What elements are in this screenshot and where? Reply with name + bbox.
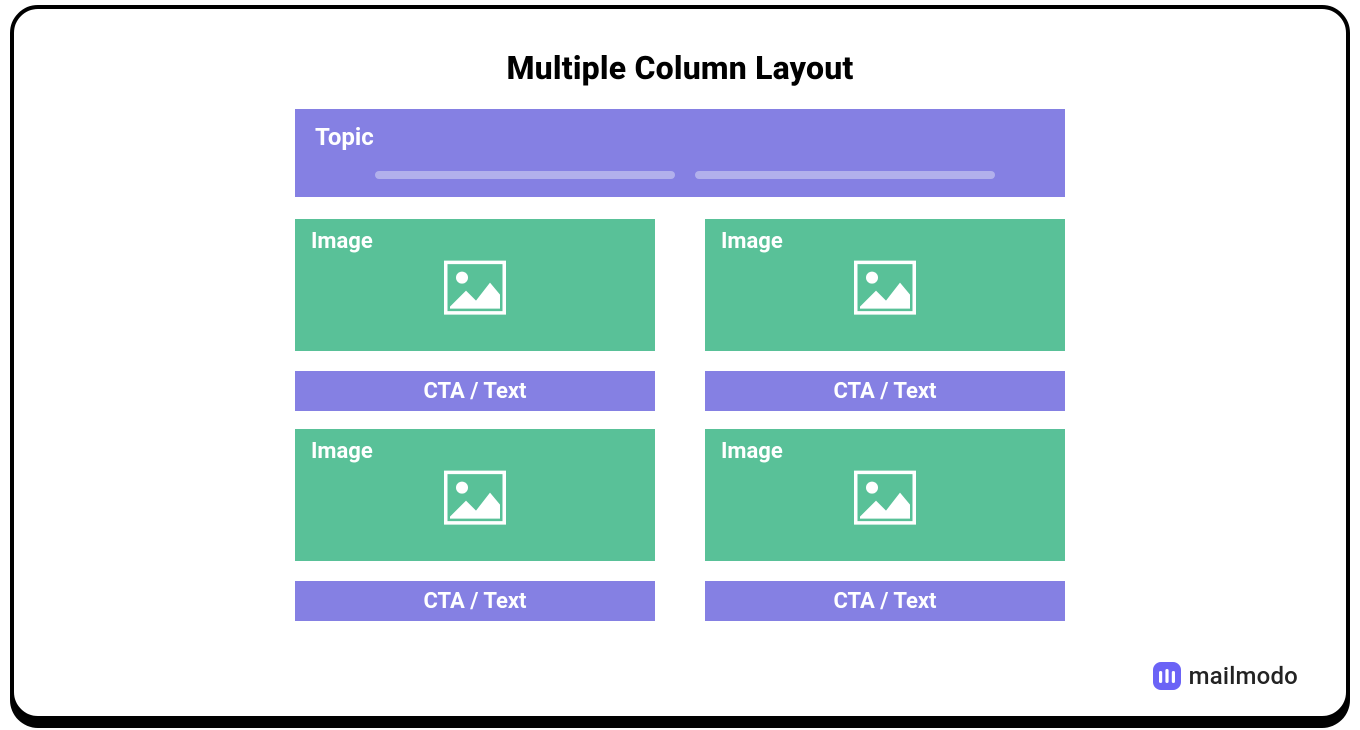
image-label: Image: [721, 439, 783, 464]
column: Image CTA / Text: [705, 219, 1065, 411]
brand-name: mailmodo: [1189, 662, 1298, 690]
topic-label: Topic: [315, 123, 1045, 151]
brand-logo: mailmodo: [1153, 662, 1298, 690]
cta-button[interactable]: CTA / Text: [295, 581, 655, 621]
cta-label: CTA / Text: [423, 589, 526, 614]
image-label: Image: [311, 229, 373, 254]
image-label: Image: [311, 439, 373, 464]
column: Image CTA / Text: [705, 429, 1065, 621]
image-placeholder: Image: [295, 219, 655, 351]
image-label: Image: [721, 229, 783, 254]
column: Image CTA / Text: [295, 429, 655, 621]
cta-button[interactable]: CTA / Text: [295, 371, 655, 411]
page-title: Multiple Column Layout: [14, 49, 1346, 87]
topic-line: [695, 171, 995, 179]
diagram-frame: Multiple Column Layout Topic Image: [10, 5, 1350, 720]
columns-grid: Image CTA / Text Image: [295, 219, 1065, 621]
layout-container: Topic Image: [295, 109, 1065, 621]
cta-button[interactable]: CTA / Text: [705, 371, 1065, 411]
cta-label: CTA / Text: [423, 379, 526, 404]
image-icon: [854, 471, 916, 529]
cta-label: CTA / Text: [833, 589, 936, 614]
brand-mark-icon: [1153, 662, 1181, 690]
image-icon: [444, 471, 506, 529]
cta-label: CTA / Text: [833, 379, 936, 404]
image-placeholder: Image: [705, 429, 1065, 561]
image-icon: [854, 261, 916, 319]
image-placeholder: Image: [705, 219, 1065, 351]
column: Image CTA / Text: [295, 219, 655, 411]
cta-button[interactable]: CTA / Text: [705, 581, 1065, 621]
topic-line: [375, 171, 675, 179]
topic-banner: Topic: [295, 109, 1065, 197]
image-placeholder: Image: [295, 429, 655, 561]
topic-placeholder-lines: [375, 171, 995, 179]
image-icon: [444, 261, 506, 319]
